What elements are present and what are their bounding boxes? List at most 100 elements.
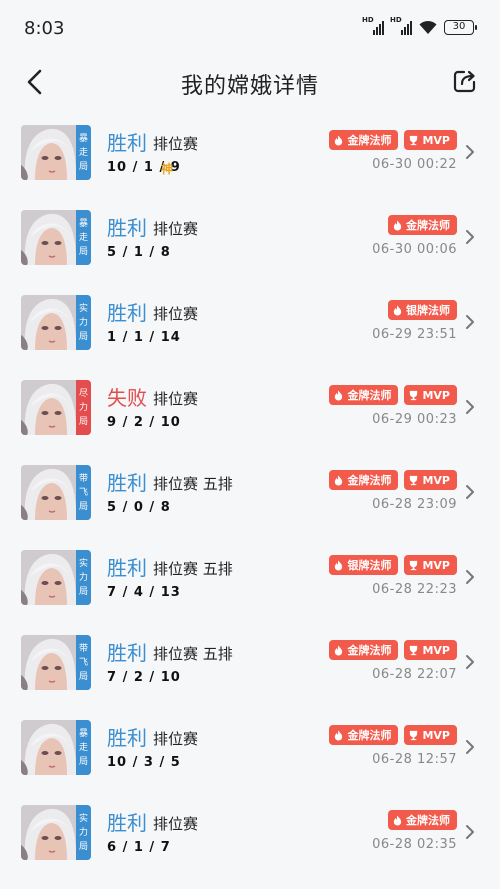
match-result: 胜利	[107, 131, 147, 155]
mode-tag: 实力局	[76, 805, 91, 860]
rank-badge: 金牌法师	[329, 640, 399, 660]
rank-badge: 银牌法师	[388, 300, 457, 320]
mvp-badge: MVP	[404, 640, 457, 660]
badge-label: 金牌法师	[347, 644, 392, 657]
chevron-right-icon	[466, 145, 474, 159]
match-row[interactable]: 带飞局 胜利 排位赛 五排 5 / 0 / 8 金牌法师 MVP 06-28 23…	[0, 450, 500, 535]
chevron-right-icon	[466, 570, 474, 584]
battery-icon: 30	[444, 19, 477, 35]
hero-avatar: 带飞局	[21, 465, 91, 520]
rank-badge: 银牌法师	[329, 555, 399, 575]
mode-tag: 尽力局	[76, 380, 91, 435]
chevron-right-icon	[466, 400, 474, 414]
match-time: 06-28 02:35	[372, 837, 457, 852]
sim2-hd-label: HD	[390, 16, 402, 24]
mode-tag-char: 力	[78, 572, 88, 583]
mode-tag-char: 力	[78, 317, 88, 328]
badge-label: 金牌法师	[347, 729, 392, 742]
flame-icon	[335, 389, 343, 401]
badge-label: 银牌法师	[347, 559, 392, 572]
match-time: 06-28 12:57	[372, 752, 457, 767]
match-time: 06-30 00:06	[372, 242, 457, 257]
badge-label: MVP	[422, 473, 450, 487]
signal-sim1-icon: HD	[362, 16, 384, 35]
badge-group: 金牌法师 MVP	[329, 640, 457, 660]
match-row[interactable]: 实力局 胜利 排位赛 6 / 1 / 7 金牌法师 06-28 02:35	[0, 790, 500, 875]
match-row[interactable]: 实力局 胜利 排位赛 1 / 1 / 14 银牌法师 06-29 23:51	[0, 280, 500, 365]
badge-group: 金牌法师	[388, 810, 457, 830]
badge-group: 银牌法师	[388, 300, 457, 320]
match-row[interactable]: 尽力局 失败 排位赛 9 / 2 / 10 金牌法师 MVP 06-29 00:2…	[0, 365, 500, 450]
chevron-right-icon	[466, 740, 474, 754]
match-row[interactable]: 带飞局 胜利 排位赛 五排 7 / 2 / 10 金牌法师 MVP 06-28 2…	[0, 620, 500, 705]
match-row[interactable]: 暴走局 胜利 排位赛 5 / 1 / 8 金牌法师 06-30 00:06	[0, 195, 500, 280]
match-row[interactable]: 实力局 胜利 排位赛 五排 7 / 4 / 13 银牌法师 MVP 06-28 2…	[0, 535, 500, 620]
status-time: 8:03	[24, 18, 65, 39]
status-bar: 8:03 HD HD 30	[0, 0, 500, 58]
mode-tag-char: 局	[78, 586, 88, 597]
mode-tag-char: 局	[78, 501, 88, 512]
flame-icon	[393, 219, 402, 231]
badge-label: MVP	[422, 133, 450, 147]
match-result: 胜利	[107, 556, 147, 580]
badge-group: 银牌法师 MVP	[329, 555, 457, 575]
flame-icon	[335, 559, 343, 571]
match-list: 暴走局 胜利 排位赛 10 / 1 / 9 神 金牌法师 MVP 06-30 00…	[0, 110, 500, 875]
kda-score: 7 / 4 / 13	[107, 585, 181, 600]
match-type: 排位赛	[153, 730, 199, 748]
mode-tag-char: 带	[78, 473, 88, 484]
kda-score: 1 / 1 / 14	[107, 330, 181, 345]
mode-tag-char: 尽	[78, 388, 88, 399]
mvp-badge: MVP	[404, 130, 457, 150]
match-result: 胜利	[107, 471, 147, 495]
hero-avatar: 暴走局	[21, 125, 91, 180]
match-type: 排位赛 五排	[153, 645, 233, 663]
mvp-badge: MVP	[404, 555, 457, 575]
share-export-icon	[453, 70, 476, 93]
match-result: 胜利	[107, 216, 147, 240]
mode-tag-char: 暴	[78, 133, 88, 144]
badge-label: MVP	[422, 643, 450, 657]
mode-tag-char: 暴	[78, 218, 88, 229]
mode-tag: 实力局	[76, 550, 91, 605]
mode-tag-char: 局	[78, 246, 88, 257]
flame-icon	[393, 814, 402, 826]
kda-score: 5 / 1 / 8	[107, 245, 171, 260]
mode-tag-char: 实	[78, 813, 88, 824]
share-button[interactable]	[452, 68, 478, 94]
mode-tag-char: 暴	[78, 728, 88, 739]
rank-badge: 金牌法师	[329, 470, 399, 490]
kda-score: 7 / 2 / 10	[107, 670, 181, 685]
mode-tag-char: 局	[78, 161, 88, 172]
match-row[interactable]: 暴走局 胜利 排位赛 10 / 3 / 5 金牌法师 MVP 06-28 12:5…	[0, 705, 500, 790]
match-result: 胜利	[107, 301, 147, 325]
mode-tag: 暴走局	[76, 210, 91, 265]
badge-group: 金牌法师 MVP	[329, 725, 457, 745]
mode-tag: 带飞局	[76, 465, 91, 520]
mode-tag: 暴走局	[76, 125, 91, 180]
trophy-icon	[410, 390, 418, 400]
rank-badge: 金牌法师	[329, 725, 399, 745]
mode-tag-char: 实	[78, 558, 88, 569]
mode-tag-char: 力	[78, 827, 88, 838]
flame-icon	[335, 644, 343, 656]
match-time: 06-30 00:22	[372, 157, 457, 172]
badge-group: 金牌法师	[388, 215, 457, 235]
mode-tag: 暴走局	[76, 720, 91, 775]
hero-avatar: 实力局	[21, 805, 91, 860]
battery-level: 30	[452, 20, 466, 32]
kda-score: 5 / 0 / 8	[107, 500, 171, 515]
match-result: 失败	[107, 386, 147, 410]
match-type: 排位赛	[153, 390, 199, 408]
rank-badge: 金牌法师	[388, 810, 457, 830]
match-row[interactable]: 暴走局 胜利 排位赛 10 / 1 / 9 神 金牌法师 MVP 06-30 00…	[0, 110, 500, 195]
match-type: 排位赛 五排	[153, 560, 233, 578]
mode-tag-char: 带	[78, 643, 88, 654]
kda-score: 10 / 3 / 5	[107, 755, 181, 770]
badge-label: MVP	[422, 728, 450, 742]
kda-score: 6 / 1 / 7	[107, 840, 171, 855]
hero-avatar: 实力局	[21, 295, 91, 350]
flame-icon	[393, 304, 402, 316]
badge-group: 金牌法师 MVP	[329, 470, 457, 490]
match-time: 06-29 00:23	[372, 412, 457, 427]
